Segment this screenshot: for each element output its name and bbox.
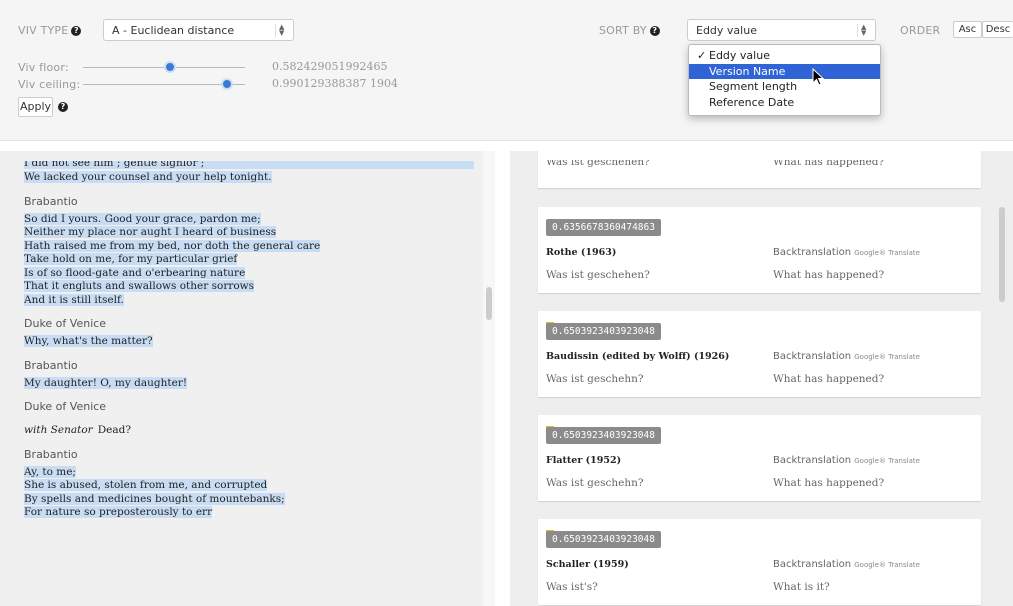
- script-line: Dead?: [97, 424, 131, 436]
- speaker-name: Brabantio: [24, 358, 78, 372]
- speech-block: Why, what's the matter?: [24, 335, 474, 349]
- version-name: Rothe (1963): [546, 247, 617, 258]
- speaker-name: Brabantio: [24, 447, 78, 461]
- script-line: And it is still itself.: [24, 293, 124, 306]
- english-text: What has happened?: [773, 160, 885, 168]
- german-text: Was ist geschehen?: [546, 160, 650, 168]
- script-line: So did I yours. Good your grace, pardon …: [24, 212, 261, 225]
- viv-ceiling-label: Viv ceiling:: [18, 78, 81, 91]
- german-text: Was ist's?: [546, 581, 598, 593]
- source-text-panel: I did not see him ; gentle signior ; We …: [0, 151, 495, 606]
- eddy-value-badge: 0.6356678360474863: [546, 219, 661, 236]
- sort-option[interactable]: Reference Date: [689, 95, 880, 111]
- help-icon[interactable]: ?: [649, 26, 660, 36]
- help-icon[interactable]: ?: [58, 102, 68, 112]
- sort-by-menu: ✓ Eddy value Version Name Segment length Ref…: [688, 44, 881, 116]
- viv-type-label: VIV TYPE?: [18, 24, 82, 37]
- eddy-value-badge: 0.6503923403923048: [546, 323, 661, 340]
- help-icon[interactable]: ?: [71, 26, 82, 36]
- scroll-thumb[interactable]: [999, 207, 1005, 302]
- speaker-name: Duke of Venice: [24, 400, 107, 413]
- stage-direction: with Senator: [24, 424, 93, 436]
- select-arrows-icon: ▲ ▼: [857, 24, 869, 37]
- english-text: What has happened?: [773, 373, 885, 385]
- english-text: What has happened?: [773, 477, 885, 489]
- sort-option[interactable]: Version Name: [689, 63, 880, 79]
- order-desc-button[interactable]: Desc: [982, 21, 1013, 38]
- sort-by-label: SORT BY?: [599, 24, 660, 37]
- mouse-cursor-icon: [812, 68, 825, 86]
- select-arrows-icon: ▲ ▼: [275, 24, 287, 37]
- script-line: That it engluts and swallows other sorro…: [24, 280, 255, 292]
- speaker-name: Duke of Venice: [24, 317, 107, 330]
- sort-option-label: Reference Date: [709, 95, 795, 109]
- speech-block: So did I yours. Good your grace, pardon …: [24, 212, 474, 308]
- viv-type-value: A - Euclidean distance: [112, 24, 235, 37]
- version-card[interactable]: 0.6356678360474863 Rothe (1963) Backtransl…: [538, 207, 981, 293]
- script-line: Is of so flood-gate and o'erbearing natu…: [24, 266, 246, 279]
- speech-block: Ay, to me; She is abused, stolen from me,…: [24, 465, 474, 520]
- viv-ceiling-handle[interactable]: [221, 78, 233, 90]
- sort-option-label: Eddy value: [709, 49, 770, 62]
- sort-option[interactable]: Segment length: [689, 79, 880, 95]
- german-text: Was ist geschehn?: [546, 477, 644, 489]
- viv-floor-value: 0.582429051992465: [272, 60, 388, 73]
- eddy-value-badge: 0.6503923403923048: [546, 427, 661, 444]
- script-line: Why, what's the matter?: [24, 335, 153, 347]
- version-card[interactable]: 0.6503923403923048 Schaller (1959) Backtra…: [538, 519, 981, 605]
- order-label: ORDER: [900, 24, 941, 37]
- version-name: Baudissin (edited by Wolff) (1926): [546, 351, 730, 362]
- eddy-value-badge: 0.6503923403923048: [546, 531, 661, 548]
- speaker-name: Brabantio: [24, 194, 78, 208]
- speech-block: We lacked your counsel and your help ton…: [24, 171, 474, 185]
- order-asc-button[interactable]: Asc: [953, 21, 982, 38]
- backtranslation-label: Backtranslation Google® Translate: [773, 351, 920, 362]
- speech-block: My daughter! O, my daughter!: [24, 376, 474, 391]
- sort-by-select[interactable]: Eddy value ▲ ▼: [687, 19, 876, 41]
- german-text: Was ist geschehn?: [546, 373, 644, 385]
- script-line: She is abused, stolen from me, and corru…: [24, 479, 268, 491]
- sort-option-label: Version Name: [709, 64, 786, 78]
- viv-ceiling-value: 0.990129388387 1904: [272, 77, 398, 90]
- speech-block: with Senator Dead?: [24, 418, 474, 438]
- script-line: We lacked your counsel and your help ton…: [24, 171, 272, 183]
- backtranslation-label: Backtranslation Google® Translate: [773, 559, 920, 570]
- viv-floor-handle[interactable]: [164, 61, 176, 73]
- versions-scrollbar[interactable]: [997, 176, 1009, 606]
- english-text: What is it?: [773, 581, 830, 593]
- version-card[interactable]: Was ist geschehen? What has happened?: [538, 151, 981, 188]
- script-line: Hath raised me from my bed, nor doth the…: [24, 239, 321, 252]
- backtranslation-label: Backtranslation Google® Translate: [773, 455, 920, 466]
- play-text: I did not see him ; gentle signior ; We …: [24, 151, 474, 520]
- script-line: Take hold on me, for my particular grief: [24, 253, 238, 265]
- version-name: Flatter (1952): [546, 455, 622, 466]
- check-icon: ✓: [697, 49, 707, 62]
- viv-type-select[interactable]: A - Euclidean distance ▲ ▼: [103, 19, 294, 41]
- sort-option-label: Segment length: [709, 80, 798, 93]
- version-name: Schaller (1959): [546, 559, 629, 570]
- version-card[interactable]: 0.6503923403923048 Flatter (1952) Backtran…: [538, 415, 981, 501]
- source-scrollbar[interactable]: [483, 151, 495, 606]
- scroll-thumb[interactable]: [486, 287, 492, 320]
- script-line: For nature so preposterously to err: [24, 506, 213, 518]
- script-line: My daughter! O, my daughter!: [24, 376, 188, 389]
- sort-by-value: Eddy value: [696, 24, 757, 37]
- sort-option[interactable]: ✓ Eddy value: [689, 48, 880, 64]
- version-card[interactable]: 0.6503923403923048 Baudissin (edited by W…: [538, 311, 981, 397]
- script-line: I did not see him ; gentle signior ;: [24, 161, 474, 169]
- script-line: Ay, to me;: [24, 465, 76, 478]
- german-text: Was ist geschehen?: [546, 269, 650, 281]
- viv-floor-label: Viv floor:: [18, 61, 69, 74]
- script-line: By spells and medicines bought of mounte…: [24, 492, 285, 505]
- english-text: What has happened?: [773, 269, 885, 281]
- script-line: Neither my place nor aught I heard of bu…: [24, 226, 277, 238]
- backtranslation-label: Backtranslation Google® Translate: [773, 247, 920, 258]
- apply-button[interactable]: Apply: [18, 97, 53, 117]
